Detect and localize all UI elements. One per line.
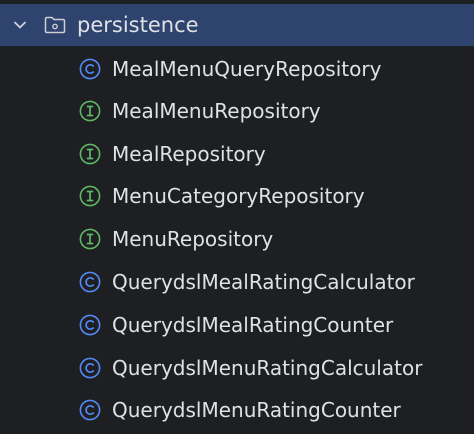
folder-label: persistence (77, 13, 199, 37)
tree-item-label: MealRepository (112, 142, 266, 166)
tree-item-label: MealMenuQueryRepository (112, 57, 382, 81)
tree-item[interactable]: QuerydslMenuRatingCalculator (0, 347, 474, 389)
interface-icon (79, 185, 101, 207)
tree-item-label: MealMenuRepository (112, 99, 321, 123)
tree-folder-persistence[interactable]: persistence (0, 4, 474, 46)
class-icon (79, 314, 101, 336)
package-folder-icon (44, 16, 66, 34)
tree-item[interactable]: MenuCategoryRepository (0, 175, 474, 217)
tree-item[interactable]: MealMenuQueryRepository (0, 48, 474, 90)
class-icon (79, 58, 101, 80)
tree-item-label: QuerydslMealRatingCounter (112, 313, 394, 337)
tree-item-label: QuerydslMealRatingCalculator (112, 270, 415, 294)
interface-icon (79, 228, 101, 250)
chevron-down-icon[interactable] (13, 18, 27, 32)
project-tree: persistence MealMenuQueryRepository Meal… (0, 0, 474, 434)
tree-item[interactable]: MealMenuRepository (0, 90, 474, 132)
tree-item-label: QuerydslMenuRatingCalculator (112, 356, 423, 380)
tree-item[interactable]: MealRepository (0, 133, 474, 175)
class-icon (79, 357, 101, 379)
tree-item[interactable]: MenuRepository (0, 218, 474, 260)
interface-icon (79, 100, 101, 122)
tree-item-label: QuerydslMenuRatingCounter (112, 398, 401, 422)
tree-item-label: MenuRepository (112, 227, 274, 251)
tree-item[interactable]: QuerydslMenuRatingCounter (0, 389, 474, 431)
tree-item-label: MenuCategoryRepository (112, 184, 365, 208)
tree-item[interactable]: QuerydslMealRatingCalculator (0, 261, 474, 303)
class-icon (79, 399, 101, 421)
tree-item[interactable]: QuerydslMealRatingCounter (0, 304, 474, 346)
interface-icon (79, 143, 101, 165)
class-icon (79, 271, 101, 293)
